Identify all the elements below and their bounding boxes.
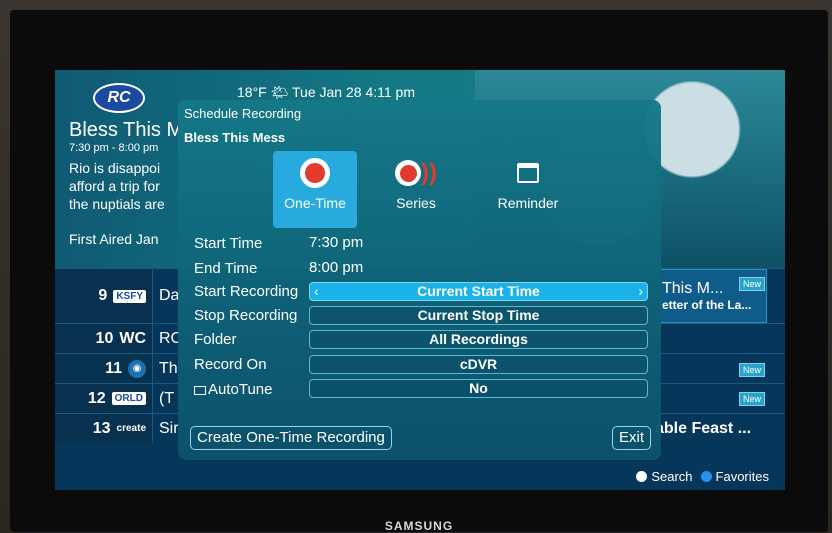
new-badge: New <box>738 392 765 406</box>
program-cell[interactable]: Th <box>153 360 181 378</box>
schedule-recording-dialog: Schedule Recording Bless This Mess One-T… <box>178 100 661 460</box>
autotune-label: AutoTune <box>208 381 273 398</box>
program-description: Rio is disappoi afford a trip for the nu… <box>69 159 181 215</box>
search-dot-icon <box>636 471 648 482</box>
record-on-selector[interactable]: cDVR <box>309 355 648 374</box>
program-time: 7:30 pm - 8:00 pm <box>69 142 159 154</box>
new-badge: New <box>738 277 765 291</box>
program-title: Bless This M <box>69 119 179 141</box>
channel-cell[interactable]: 13 create <box>55 414 153 443</box>
record-on-label: Record On <box>194 356 267 373</box>
channel-logo: KSFY <box>113 289 146 303</box>
channel-number: 11 <box>105 359 122 377</box>
start-time-value: 7:30 pm <box>309 234 364 251</box>
chevron-left-icon[interactable]: ‹ <box>314 283 319 300</box>
channel-number: 12 <box>87 389 106 407</box>
dialog-title: Schedule Recording <box>184 106 302 121</box>
program-cell[interactable]: RC <box>153 330 181 348</box>
program-cell[interactable]: Da <box>153 287 181 305</box>
end-time-label: End Time <box>194 260 258 277</box>
channel-logo: WC <box>119 329 146 347</box>
start-recording-label: Start Recording <box>194 283 299 300</box>
search-hint[interactable]: Search <box>651 469 692 484</box>
calendar-icon <box>517 163 539 183</box>
channel-cell[interactable]: 10 WC <box>55 324 153 353</box>
description-line: the nuptials are <box>69 196 165 212</box>
folder-label: Folder <box>194 331 237 348</box>
stop-recording-selector[interactable]: Current Stop Time <box>309 306 648 325</box>
create-recording-button[interactable]: Create One-Time Recording <box>190 426 392 450</box>
exit-button[interactable]: Exit <box>611 426 651 450</box>
option-label: Reminder <box>497 195 559 211</box>
channel-number: 10 <box>95 329 114 347</box>
description-line: afford a trip for <box>69 178 160 194</box>
channel-cell[interactable]: 12 ORLD <box>55 384 153 413</box>
tv-brand: SAMSUNG <box>384 519 454 533</box>
tv-icon <box>194 385 206 395</box>
dialog-show-title: Bless This Mess <box>184 130 286 145</box>
favorites-dot-icon <box>700 471 712 482</box>
program-cell-subtitle: etter of the La... <box>662 298 752 312</box>
program-cell[interactable]: (T <box>153 390 181 408</box>
autotune-label-row: AutoTune <box>194 381 273 398</box>
program-cell[interactable]: Sir <box>153 420 181 438</box>
folder-selector[interactable]: All Recordings <box>309 330 648 349</box>
channel-number: 9 <box>98 287 108 304</box>
tv-screen: RC 18°F 🌤 Tue Jan 28 4:11 pm Bless This … <box>55 70 785 490</box>
option-one-time[interactable]: One-Time <box>273 151 357 228</box>
start-recording-value: Current Start Time <box>417 283 540 299</box>
program-cell[interactable]: able Feast ... <box>655 414 767 443</box>
option-reminder[interactable]: Reminder <box>486 151 570 228</box>
favorites-hint[interactable]: Favorites <box>716 469 769 484</box>
channel-logo: ORLD <box>111 392 146 405</box>
new-badge: New <box>738 363 765 377</box>
record-icon <box>300 158 330 188</box>
series-record-icon: )) <box>395 159 437 187</box>
end-time-value: 8:00 pm <box>309 259 364 276</box>
stop-recording-label: Stop Recording <box>194 307 298 324</box>
guide-legend: Search Favorites <box>636 469 769 484</box>
channel-logo: ◉ <box>128 359 146 378</box>
option-label: One-Time <box>284 195 346 211</box>
start-recording-selector[interactable]: ‹ Current Start Time › <box>309 282 648 301</box>
option-series[interactable]: )) Series <box>374 151 458 228</box>
first-aired: First Aired Jan <box>69 231 159 247</box>
provider-logo: RC <box>93 83 145 113</box>
chevron-right-icon[interactable]: › <box>638 283 643 300</box>
channel-cell[interactable]: 9 KSFY <box>55 269 153 323</box>
start-time-label: Start Time <box>194 235 263 252</box>
description-line: Rio is disappoi <box>69 160 161 176</box>
autotune-selector[interactable]: No <box>309 379 648 398</box>
channel-logo: create <box>116 423 146 434</box>
channel-number: 13 <box>92 419 111 437</box>
status-bar: 18°F 🌤 Tue Jan 28 4:11 pm <box>237 84 415 100</box>
channel-cell[interactable]: 11 ◉ <box>55 354 153 383</box>
option-label: Series <box>396 195 436 211</box>
program-cell-title: This M... <box>662 280 724 297</box>
